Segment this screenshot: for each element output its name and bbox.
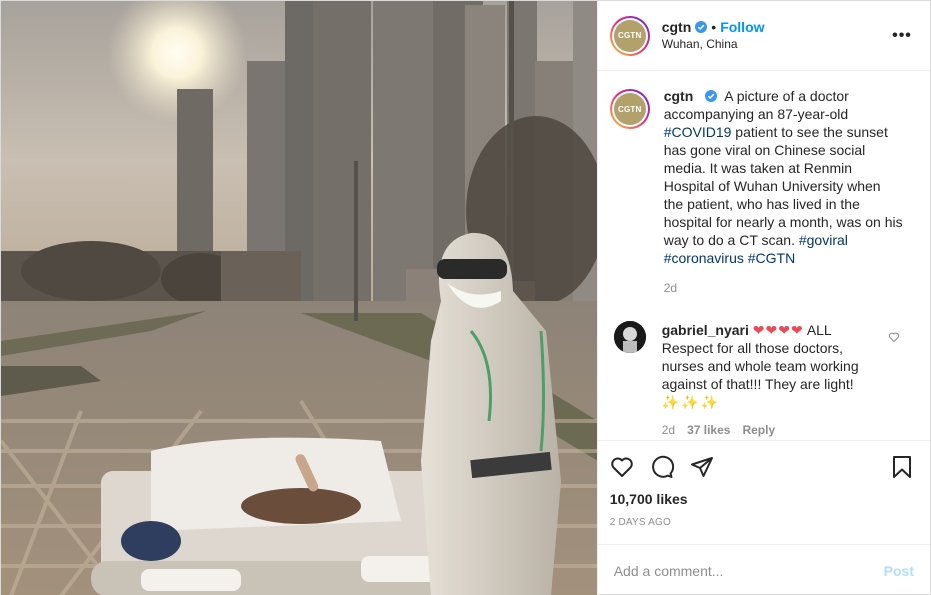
comment-icon[interactable] (650, 455, 674, 479)
post-photo[interactable] (1, 1, 597, 595)
likes-count[interactable]: 10,700 likes (610, 491, 914, 507)
verified-icon (695, 21, 708, 33)
caption: CGTN cgtn A picture of a doctor accompan… (609, 87, 914, 297)
action-bar: 10,700 likes 2 DAYS AGO (597, 440, 930, 544)
hashtag-link[interactable]: #coronavirus (664, 250, 744, 266)
reply-button[interactable]: Reply (742, 421, 775, 439)
caption-avatar[interactable]: CGTN (609, 89, 650, 129)
commenter-username[interactable]: gabriel_nyari (662, 322, 749, 338)
follow-button[interactable]: Follow (720, 19, 764, 36)
add-comment-bar: Post (597, 544, 930, 595)
comment-meta: 2d 37 likes Reply (662, 421, 876, 439)
post-header: CGTN cgtn • Follow Wuhan, China ••• (597, 1, 930, 71)
comment-item: gabriel_nyari ❤❤❤❤ ALL Respect for all t… (610, 321, 914, 439)
header-info: cgtn • Follow Wuhan, China (662, 19, 890, 53)
comments-area[interactable]: CGTN cgtn A picture of a doctor accompan… (598, 71, 930, 440)
username-link[interactable]: cgtn (662, 19, 692, 36)
hashtag-link[interactable]: #COVID19 (664, 124, 732, 140)
hashtag-link[interactable]: #CGTN (748, 250, 795, 266)
comment-input[interactable] (613, 562, 884, 579)
comment-like-icon[interactable] (888, 331, 900, 343)
separator-dot: • (711, 18, 717, 35)
share-icon[interactable] (690, 455, 714, 479)
sparkle-emojis: ✨✨✨ (661, 394, 721, 410)
heart-icon[interactable] (610, 455, 634, 479)
instagram-post: CGTN cgtn • Follow Wuhan, China ••• CGTN… (0, 0, 931, 595)
post-button[interactable]: Post (884, 563, 914, 579)
save-icon[interactable] (890, 455, 914, 479)
caption-username[interactable]: cgtn (664, 88, 694, 104)
comment-text: gabriel_nyari ❤❤❤❤ ALL Respect for all t… (661, 322, 859, 392)
verified-icon (705, 90, 718, 102)
heart-emojis: ❤❤❤❤ (752, 322, 804, 338)
location-link[interactable]: Wuhan, China (662, 36, 890, 53)
sunset-hospital-photo (1, 1, 597, 595)
post-date[interactable]: 2 DAYS AGO (610, 517, 914, 528)
hashtag-link[interactable]: #goviral (799, 232, 848, 248)
caption-time[interactable]: 2d (664, 279, 904, 297)
cgtn-logo: CGTN (613, 19, 646, 52)
more-options-button[interactable]: ••• (890, 24, 914, 48)
comment-time[interactable]: 2d (662, 421, 675, 439)
commenter-avatar[interactable] (613, 321, 646, 353)
post-panel: CGTN cgtn • Follow Wuhan, China ••• CGTN… (596, 1, 930, 595)
avatar[interactable]: CGTN (609, 15, 650, 56)
comment-likes[interactable]: 37 likes (687, 421, 730, 439)
cgtn-logo: CGTN (613, 93, 646, 125)
caption-text: cgtn A picture of a doctor accompanying … (663, 88, 903, 266)
